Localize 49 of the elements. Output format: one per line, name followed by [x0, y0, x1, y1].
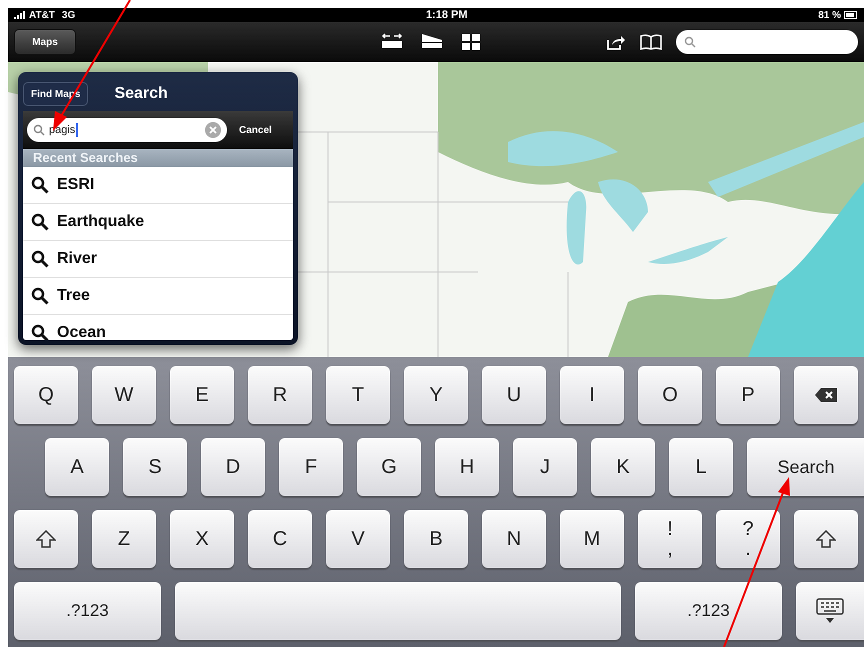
clock-label: 1:18 PM [426, 8, 468, 23]
keyboard-key[interactable]: S [123, 438, 187, 496]
keyboard-key[interactable]: J [513, 438, 577, 496]
key-symbol: . [745, 539, 751, 559]
recent-search-item[interactable]: ESRI [23, 167, 293, 204]
keyboard-key[interactable]: B [404, 510, 468, 568]
popover-title: Search [114, 84, 168, 104]
keyboard-key[interactable]: L [669, 438, 733, 496]
recent-search-item[interactable]: River [23, 241, 293, 278]
recent-search-item[interactable]: Ocean [23, 315, 293, 340]
keyboard-key[interactable]: G [357, 438, 421, 496]
search-input[interactable]: pagis [27, 118, 227, 142]
search-key[interactable]: Search [747, 438, 864, 496]
keyboard-key[interactable]: N [482, 510, 546, 568]
keyboard-key[interactable]: R [248, 366, 312, 424]
key-symbol: ? [742, 519, 754, 539]
keyboard-key[interactable]: Z [92, 510, 156, 568]
numbers-key[interactable]: .?123 [14, 582, 161, 640]
network-label: 3G [62, 8, 76, 22]
keyboard-key[interactable]: ? . [716, 510, 780, 568]
keyboard-key[interactable]: P [716, 366, 780, 424]
carrier-label: AT&T [29, 8, 55, 22]
keyboard-key[interactable]: ! , [638, 510, 702, 568]
key-symbol: ! [667, 519, 673, 539]
keyboard-key[interactable]: C [248, 510, 312, 568]
keyboard-key[interactable]: W [92, 366, 156, 424]
keyboard-key[interactable]: U [482, 366, 546, 424]
section-header: Recent Searches [23, 149, 293, 167]
numbers-key[interactable]: .?123 [635, 582, 782, 640]
keyboard-key[interactable]: Q [14, 366, 78, 424]
keyboard-key[interactable]: D [201, 438, 265, 496]
keyboard-key[interactable]: E [170, 366, 234, 424]
recent-search-item[interactable]: Earthquake [23, 204, 293, 241]
battery-label: 81 % [818, 8, 841, 22]
keyboard-key[interactable]: X [170, 510, 234, 568]
keyboard-key[interactable]: M [560, 510, 624, 568]
keyboard-key[interactable]: K [591, 438, 655, 496]
keyboard-key[interactable]: T [326, 366, 390, 424]
maps-button[interactable]: Maps [14, 29, 76, 55]
keyboard-key[interactable]: F [279, 438, 343, 496]
keyboard-key[interactable]: O [638, 366, 702, 424]
keyboard-key[interactable]: V [326, 510, 390, 568]
keyboard-key[interactable]: H [435, 438, 499, 496]
key-symbol: , [667, 539, 673, 559]
keyboard-key[interactable]: I [560, 366, 624, 424]
recent-search-item[interactable]: Tree [23, 278, 293, 315]
keyboard-key[interactable]: A [45, 438, 109, 496]
keyboard-key[interactable]: Y [404, 366, 468, 424]
cancel-button[interactable]: Cancel [233, 118, 278, 142]
